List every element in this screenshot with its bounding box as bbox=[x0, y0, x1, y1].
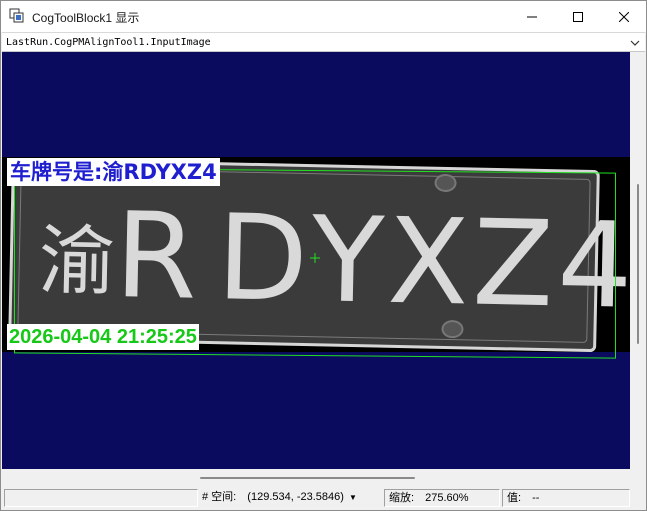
display-window: CogToolBlock1 显示 LastRun.CogPMAlignTool1… bbox=[0, 0, 647, 511]
horizontal-scrollbar[interactable] bbox=[2, 469, 630, 486]
image-source-dropdown[interactable]: LastRun.CogPMAlignTool1.InputImage bbox=[2, 32, 645, 52]
window-title: CogToolBlock1 显示 bbox=[32, 11, 140, 25]
crosshair-icon[interactable] bbox=[310, 253, 320, 263]
chevron-down-icon[interactable] bbox=[628, 36, 642, 50]
coordinate-space-selector[interactable]: # 空间: (129.534, -23.5846) ▼ bbox=[198, 489, 382, 507]
coord-space-label: # 空间: bbox=[202, 491, 237, 503]
close-button[interactable] bbox=[601, 1, 647, 32]
maximize-icon bbox=[573, 11, 583, 22]
coord-readout: (129.534, -23.5846) bbox=[247, 491, 344, 503]
status-pane-empty bbox=[4, 489, 198, 507]
timestamp-label: 2026-04-04 21:25:25 bbox=[7, 324, 199, 350]
pixel-value-pane: 值: -- bbox=[502, 489, 630, 507]
vertical-scroll-thumb[interactable] bbox=[637, 184, 639, 344]
horizontal-scroll-thumb[interactable] bbox=[200, 477, 415, 479]
image-source-value: LastRun.CogPMAlignTool1.InputImage bbox=[6, 37, 211, 48]
close-icon bbox=[619, 11, 629, 22]
plate-result-label: 车牌号是:渝RDYXZ4 bbox=[7, 158, 220, 186]
zoom-pane: 缩放: 275.60% bbox=[384, 489, 500, 507]
dropdown-arrow-icon[interactable]: ▼ bbox=[349, 490, 357, 506]
title-bar[interactable]: CogToolBlock1 显示 bbox=[1, 1, 646, 32]
pixel-value-label: 值: bbox=[507, 492, 522, 504]
zoom-label: 缩放: bbox=[389, 492, 415, 504]
app-icon bbox=[9, 8, 24, 23]
vertical-scrollbar[interactable] bbox=[630, 52, 646, 469]
minimize-icon bbox=[527, 16, 537, 17]
minimize-button[interactable] bbox=[509, 1, 555, 32]
maximize-button[interactable] bbox=[555, 1, 601, 32]
image-display[interactable]: 渝 R D Y X Z 4 车牌号是:渝RDYXZ4 2026-04-04 21… bbox=[2, 52, 630, 469]
zoom-value: 275.60% bbox=[425, 492, 469, 504]
pixel-value: -- bbox=[532, 492, 540, 504]
status-bar: # 空间: (129.534, -23.5846) ▼ 缩放: 275.60% … bbox=[2, 487, 646, 510]
